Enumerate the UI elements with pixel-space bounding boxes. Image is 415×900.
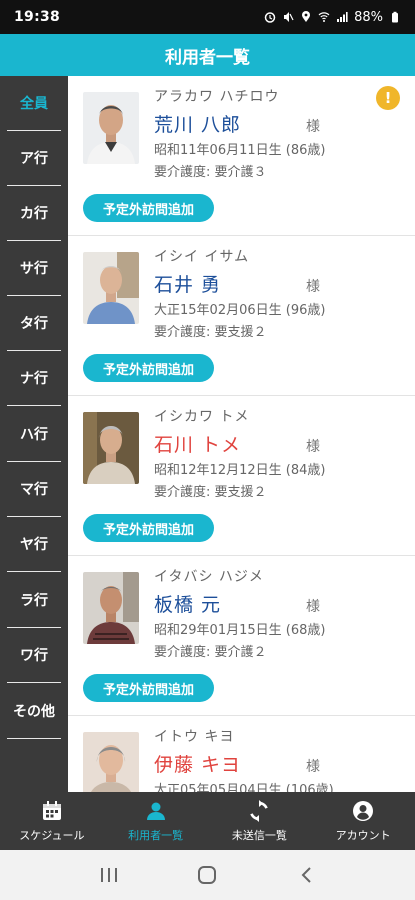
tab-label: アカウント — [335, 829, 391, 842]
user-kana: イシカワ トメ — [154, 409, 250, 425]
user-birthdate: 昭和29年01月15日生 (68歳) — [154, 623, 326, 638]
user-photo — [83, 92, 139, 164]
mute-icon — [284, 12, 294, 22]
sidebar-item-ya[interactable]: ヤ行 — [7, 517, 61, 572]
tab-unsent-list[interactable]: 未送信一覧 — [208, 792, 312, 850]
kana-index-sidebar: 全員 ア行 カ行 サ行 タ行 ナ行 ハ行 マ行 ヤ行 ラ行 ワ行 その他 — [0, 76, 68, 792]
signal-icon — [337, 12, 348, 22]
user-name[interactable]: 伊藤 キヨ — [154, 750, 241, 777]
status-bar: 19:38 88% — [0, 0, 415, 34]
tab-account[interactable]: アカウント — [311, 792, 415, 850]
honorific: 様 — [306, 279, 320, 295]
user-care-level: 要介護度: 要支援２ — [154, 325, 267, 340]
add-unscheduled-visit-button[interactable]: 予定外訪問追加 — [83, 674, 214, 702]
user-card[interactable]: アラカワ ハチロウ 荒川 八郎 様 昭和11年06月11日生 (86歳) 要介護… — [68, 76, 415, 236]
add-unscheduled-visit-button[interactable]: 予定外訪問追加 — [83, 514, 214, 542]
home-icon — [198, 866, 217, 884]
user-photo — [83, 252, 139, 324]
recent-apps-icon — [101, 868, 118, 882]
add-unscheduled-visit-button[interactable]: 予定外訪問追加 — [83, 194, 214, 222]
back-button[interactable] — [291, 860, 321, 890]
sidebar-item-ma[interactable]: マ行 — [7, 462, 61, 517]
user-kana: イタバシ ハジメ — [154, 569, 264, 585]
sidebar-item-other[interactable]: その他 — [7, 684, 61, 739]
user-card[interactable]: イタバシ ハジメ 板橋 元 様 昭和29年01月15日生 (68歳) 要介護度:… — [68, 556, 415, 716]
user-list[interactable]: アラカワ ハチロウ 荒川 八郎 様 昭和11年06月11日生 (86歳) 要介護… — [68, 76, 415, 792]
tab-user-list[interactable]: 利用者一覧 — [104, 792, 208, 850]
honorific: 様 — [306, 759, 320, 775]
user-care-level: 要介護度: 要介護２ — [154, 645, 267, 660]
user-card[interactable]: イトウ キヨ 伊藤 キヨ 様 大正05年05月04日生 (106歳) — [68, 716, 415, 792]
add-unscheduled-visit-button[interactable]: 予定外訪問追加 — [83, 354, 214, 382]
home-button[interactable] — [192, 860, 222, 890]
battery-percent: 88% — [354, 9, 383, 25]
status-time: 19:38 — [14, 9, 61, 25]
user-kana: イトウ キヨ — [154, 729, 235, 745]
system-nav-bar — [0, 850, 415, 900]
location-icon — [302, 11, 311, 22]
sidebar-item-ha[interactable]: ハ行 — [7, 407, 61, 462]
recent-apps-button[interactable] — [94, 860, 124, 890]
honorific: 様 — [306, 119, 320, 135]
user-birthdate: 昭和12年12月12日生 (84歳) — [154, 463, 326, 478]
user-care-level: 要介護度: 要支援２ — [154, 485, 267, 500]
user-kana: イシイ イサム — [154, 249, 250, 265]
wifi-icon — [318, 12, 330, 22]
user-birthdate: 大正15年02月06日生 (96歳) — [154, 303, 326, 318]
sidebar-item-na[interactable]: ナ行 — [7, 351, 61, 406]
user-name[interactable]: 石川 トメ — [154, 430, 241, 457]
user-card[interactable]: イシカワ トメ 石川 トメ 様 昭和12年12月12日生 (84歳) 要介護度:… — [68, 396, 415, 556]
sidebar-item-ka[interactable]: カ行 — [7, 186, 61, 241]
user-kana: アラカワ ハチロウ — [154, 89, 280, 105]
tab-label: 未送信一覧 — [231, 829, 287, 842]
tab-label: 利用者一覧 — [128, 829, 184, 842]
alert-icon[interactable]: ! — [376, 86, 400, 110]
account-icon — [353, 801, 374, 821]
sidebar-item-wa[interactable]: ワ行 — [7, 628, 61, 683]
user-photo — [83, 412, 139, 484]
sidebar-item-ta[interactable]: タ行 — [7, 296, 61, 351]
tab-label: スケジュール — [19, 829, 85, 842]
user-name[interactable]: 石井 勇 — [154, 270, 221, 297]
person-icon — [146, 802, 165, 820]
sidebar-item-ra[interactable]: ラ行 — [7, 573, 61, 628]
bottom-tab-bar: スケジュール 利用者一覧 未送信一覧 アカウント — [0, 792, 415, 850]
user-photo — [83, 732, 139, 792]
sidebar-item-a[interactable]: ア行 — [7, 131, 61, 186]
user-photo — [83, 572, 139, 644]
user-care-level: 要介護度: 要介護３ — [154, 165, 267, 180]
user-birthdate: 昭和11年06月11日生 (86歳) — [154, 143, 326, 158]
user-card[interactable]: イシイ イサム 石井 勇 様 大正15年02月06日生 (96歳) 要介護度: … — [68, 236, 415, 396]
app-header: 利用者一覧 — [0, 34, 415, 76]
honorific: 様 — [306, 599, 320, 615]
user-name[interactable]: 荒川 八郎 — [154, 110, 241, 137]
page-title: 利用者一覧 — [165, 47, 250, 68]
sidebar-item-all[interactable]: 全員 — [7, 76, 61, 131]
user-birthdate: 大正05年05月04日生 (106歳) — [154, 783, 334, 792]
battery-icon — [392, 11, 398, 23]
back-icon — [301, 867, 311, 883]
honorific: 様 — [306, 439, 320, 455]
user-name[interactable]: 板橋 元 — [154, 590, 221, 617]
tab-schedule[interactable]: スケジュール — [0, 792, 104, 850]
calendar-icon — [42, 801, 61, 820]
sidebar-item-sa[interactable]: サ行 — [7, 241, 61, 296]
sync-icon — [250, 800, 269, 822]
alarm-icon — [264, 12, 276, 23]
